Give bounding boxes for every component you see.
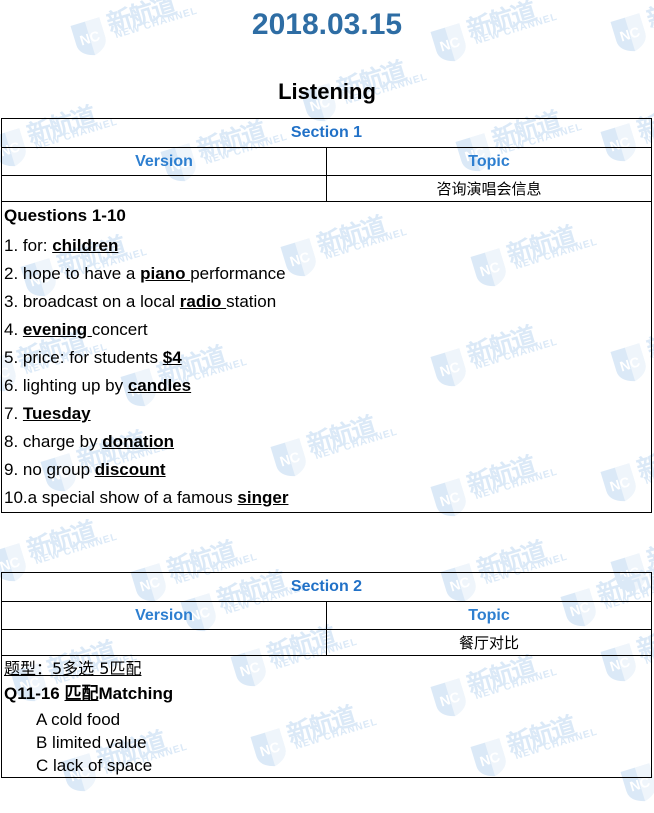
- matching-heading-prefix: Q11-16: [4, 684, 65, 703]
- question-answer: children: [52, 236, 118, 255]
- question-text-pre: charge by: [23, 432, 102, 451]
- question-answer: $4: [163, 348, 182, 367]
- document-page: 2018.03.15 Listening Section 1 Version T…: [0, 0, 654, 790]
- section2-topic-value: 餐厅对比: [327, 630, 652, 656]
- question-item: 8. charge by donation: [4, 428, 651, 456]
- question-text-pre: hope to have a: [23, 264, 140, 283]
- section2-questions-cell: 题型：5多选 5匹配 Q11-16 匹配Matching A cold food…: [2, 656, 652, 778]
- matching-option: C lack of space: [36, 754, 651, 777]
- question-number: 4.: [4, 320, 23, 339]
- section1-question-list: 1. for: children2. hope to have a piano …: [2, 232, 651, 512]
- question-answer: evening: [23, 320, 92, 339]
- question-answer: radio: [180, 292, 226, 311]
- question-text-pre: for:: [23, 236, 52, 255]
- question-text-pre: lighting up by: [23, 376, 128, 395]
- section1-version-value: [2, 176, 327, 202]
- question-answer: singer: [237, 488, 288, 507]
- section2-title: Section 2: [2, 573, 652, 602]
- question-number: 3.: [4, 292, 23, 311]
- question-text-pre: price: for students: [23, 348, 163, 367]
- section2-question-type-line: 题型：5多选 5匹配: [4, 657, 141, 680]
- page-title-date: 2018.03.15: [0, 8, 654, 42]
- question-item: 4. evening concert: [4, 316, 651, 344]
- section1-version-header: Version: [2, 148, 327, 176]
- matching-option: A cold food: [36, 708, 651, 731]
- section1-body-row: Questions 1-10 1. for: children2. hope t…: [2, 202, 652, 513]
- question-item: 6. lighting up by candles: [4, 372, 651, 400]
- section2-version-header: Version: [2, 602, 327, 630]
- section1-title-row: Section 1: [2, 119, 652, 148]
- section1-questions-heading: Questions 1-10: [4, 204, 651, 228]
- section1-value-row: 咨询演唱会信息: [2, 176, 652, 202]
- question-number: 5.: [4, 348, 23, 367]
- section2-version-value: [2, 630, 327, 656]
- question-number: 2.: [4, 264, 23, 283]
- question-answer: piano: [140, 264, 190, 283]
- question-text-pre: no group: [23, 460, 95, 479]
- question-text-post: concert: [92, 320, 148, 339]
- section2-column-header-row: Version Topic: [2, 602, 652, 630]
- section2-value-row: 餐厅对比: [2, 630, 652, 656]
- section2-table: Section 2 Version Topic 餐厅对比 题型：5多选 5匹配 …: [1, 572, 652, 778]
- question-number: 6.: [4, 376, 23, 395]
- matching-option: B limited value: [36, 731, 651, 754]
- section1-questions-cell: Questions 1-10 1. for: children2. hope t…: [2, 202, 652, 513]
- question-item: 7. Tuesday: [4, 400, 651, 428]
- matching-heading-en: Matching: [99, 684, 174, 703]
- page-subtitle-listening: Listening: [0, 79, 654, 105]
- question-number: 10.: [4, 488, 28, 507]
- question-text-pre: broadcast on a local: [23, 292, 180, 311]
- section2-title-row: Section 2: [2, 573, 652, 602]
- question-answer: discount: [95, 460, 166, 479]
- question-item: 3. broadcast on a local radio station: [4, 288, 651, 316]
- section1-column-header-row: Version Topic: [2, 148, 652, 176]
- question-number: 7.: [4, 404, 23, 423]
- question-number: 1.: [4, 236, 23, 255]
- question-item: 2. hope to have a piano performance: [4, 260, 651, 288]
- question-text-post: station: [226, 292, 276, 311]
- question-answer: Tuesday: [23, 404, 91, 423]
- section1-table: Section 1 Version Topic 咨询演唱会信息 Question…: [1, 118, 652, 513]
- question-text-post: performance: [190, 264, 285, 283]
- question-item: 1. for: children: [4, 232, 651, 260]
- question-text-pre: a special show of a famous: [28, 488, 238, 507]
- section2-body-row: 题型：5多选 5匹配 Q11-16 匹配Matching A cold food…: [2, 656, 652, 778]
- question-answer: donation: [102, 432, 174, 451]
- question-number: 9.: [4, 460, 23, 479]
- section1-title: Section 1: [2, 119, 652, 148]
- question-answer: candles: [128, 376, 191, 395]
- question-item: 9. no group discount: [4, 456, 651, 484]
- section1-topic-header: Topic: [327, 148, 652, 176]
- question-item: 10.a special show of a famous singer: [4, 484, 651, 512]
- section2-option-list: A cold foodB limited valueC lack of spac…: [2, 708, 651, 777]
- matching-heading-cn: 匹配: [65, 684, 99, 704]
- section1-topic-value: 咨询演唱会信息: [327, 176, 652, 202]
- section2-matching-heading: Q11-16 匹配Matching: [4, 682, 651, 706]
- question-number: 8.: [4, 432, 23, 451]
- question-item: 5. price: for students $4: [4, 344, 651, 372]
- section2-topic-header: Topic: [327, 602, 652, 630]
